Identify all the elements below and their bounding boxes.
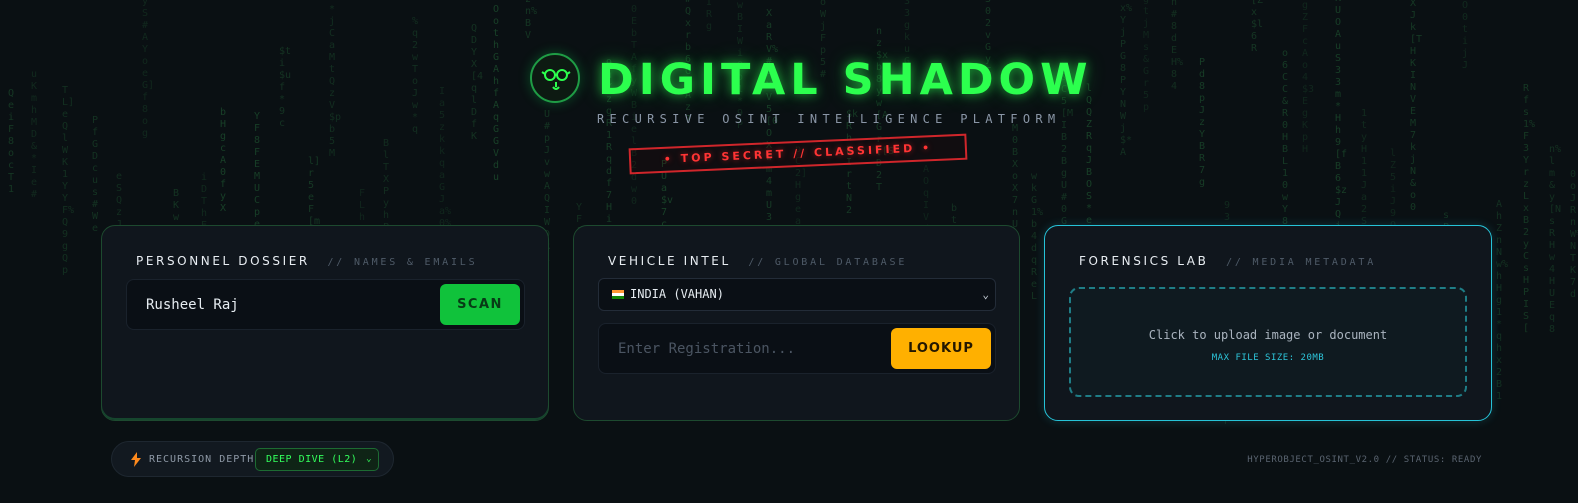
page-title: DIGITAL SHADOW (598, 55, 1093, 105)
card-title: VEHICLE INTEL (608, 254, 731, 268)
card-subtitle: // GLOBAL DATABASE (748, 257, 908, 268)
chevron-down-icon: ⌄ (982, 288, 989, 301)
recursion-depth-control: RECURSION DEPTH: DEEP DIVE (L2) ⌄ (111, 441, 394, 477)
matrix-rain-column: 0oJRnW%NTK7d (1570, 169, 1578, 300)
recursion-depth-label: RECURSION DEPTH: (149, 454, 262, 465)
personnel-search-box: SCAN (126, 279, 525, 330)
country-select[interactable]: INDIA (VAHAN) ⌄ (598, 278, 996, 311)
matrix-rain-column: wB9DuO[Zx$l6R (1251, 0, 1264, 54)
upload-size-hint: MAX FILE SIZE: 20MB (1211, 353, 1325, 363)
status-text: HYPEROBJECT_OSINT_V2.0 // STATUS: READY (1247, 455, 1482, 465)
matrix-rain-column: AhZnNw%hHg1*qhx2B1 (1496, 199, 1509, 402)
country-select-value: INDIA (VAHAN) (630, 287, 724, 301)
page-subtitle: RECURSIVE OSINT INTELLIGENCE PLATFORM (597, 112, 1061, 126)
forensics-lab-card: FORENSICS LAB // MEDIA METADATA Click to… (1044, 225, 1492, 421)
personnel-search-input[interactable] (127, 280, 427, 329)
card-title: PERSONNEL DOSSIER (136, 254, 310, 268)
chevron-down-icon: ⌄ (366, 454, 372, 464)
classified-stamp: • TOP SECRET // CLASSIFIED • (628, 133, 968, 175)
personnel-dossier-card: PERSONNEL DOSSIER // NAMES & EMAILS SCAN (101, 225, 549, 421)
header: DIGITAL SHADOW RECURSIVE OSINT INTELLIGE… (0, 48, 1578, 178)
upload-instructions: Click to upload image or document (1148, 328, 1388, 342)
card-title: FORENSICS LAB (1079, 254, 1209, 268)
scan-button[interactable]: SCAN (440, 284, 520, 325)
matrix-rain-column: wkG1%b4dqReL (1031, 171, 1044, 302)
recursion-depth-select[interactable]: DEEP DIVE (L2) ⌄ (255, 448, 379, 471)
vehicle-intel-card: VEHICLE INTEL // GLOBAL DATABASE INDIA (… (573, 225, 1020, 421)
card-subtitle: // MEDIA METADATA (1226, 257, 1377, 268)
lookup-button[interactable]: LOOKUP (891, 328, 991, 369)
registration-search-box: LOOKUP (598, 323, 996, 374)
file-upload-dropzone[interactable]: Click to upload image or document MAX FI… (1069, 287, 1467, 397)
card-subtitle: // NAMES & EMAILS (327, 257, 478, 268)
matrix-rain-column: U]ABPnqIRg (706, 0, 713, 32)
lightning-bolt-icon (131, 452, 141, 467)
card-header: VEHICLE INTEL // GLOBAL DATABASE (608, 250, 907, 269)
card-header: PERSONNEL DOSSIER // NAMES & EMAILS (136, 250, 477, 269)
card-header: FORENSICS LAB // MEDIA METADATA (1079, 250, 1376, 269)
india-flag-icon (612, 290, 624, 299)
spy-glasses-icon (530, 53, 580, 103)
registration-input[interactable] (599, 324, 889, 373)
recursion-depth-value: DEEP DIVE (L2) (266, 454, 358, 465)
matrix-rain-column: 6]6zn%BV (525, 0, 538, 41)
